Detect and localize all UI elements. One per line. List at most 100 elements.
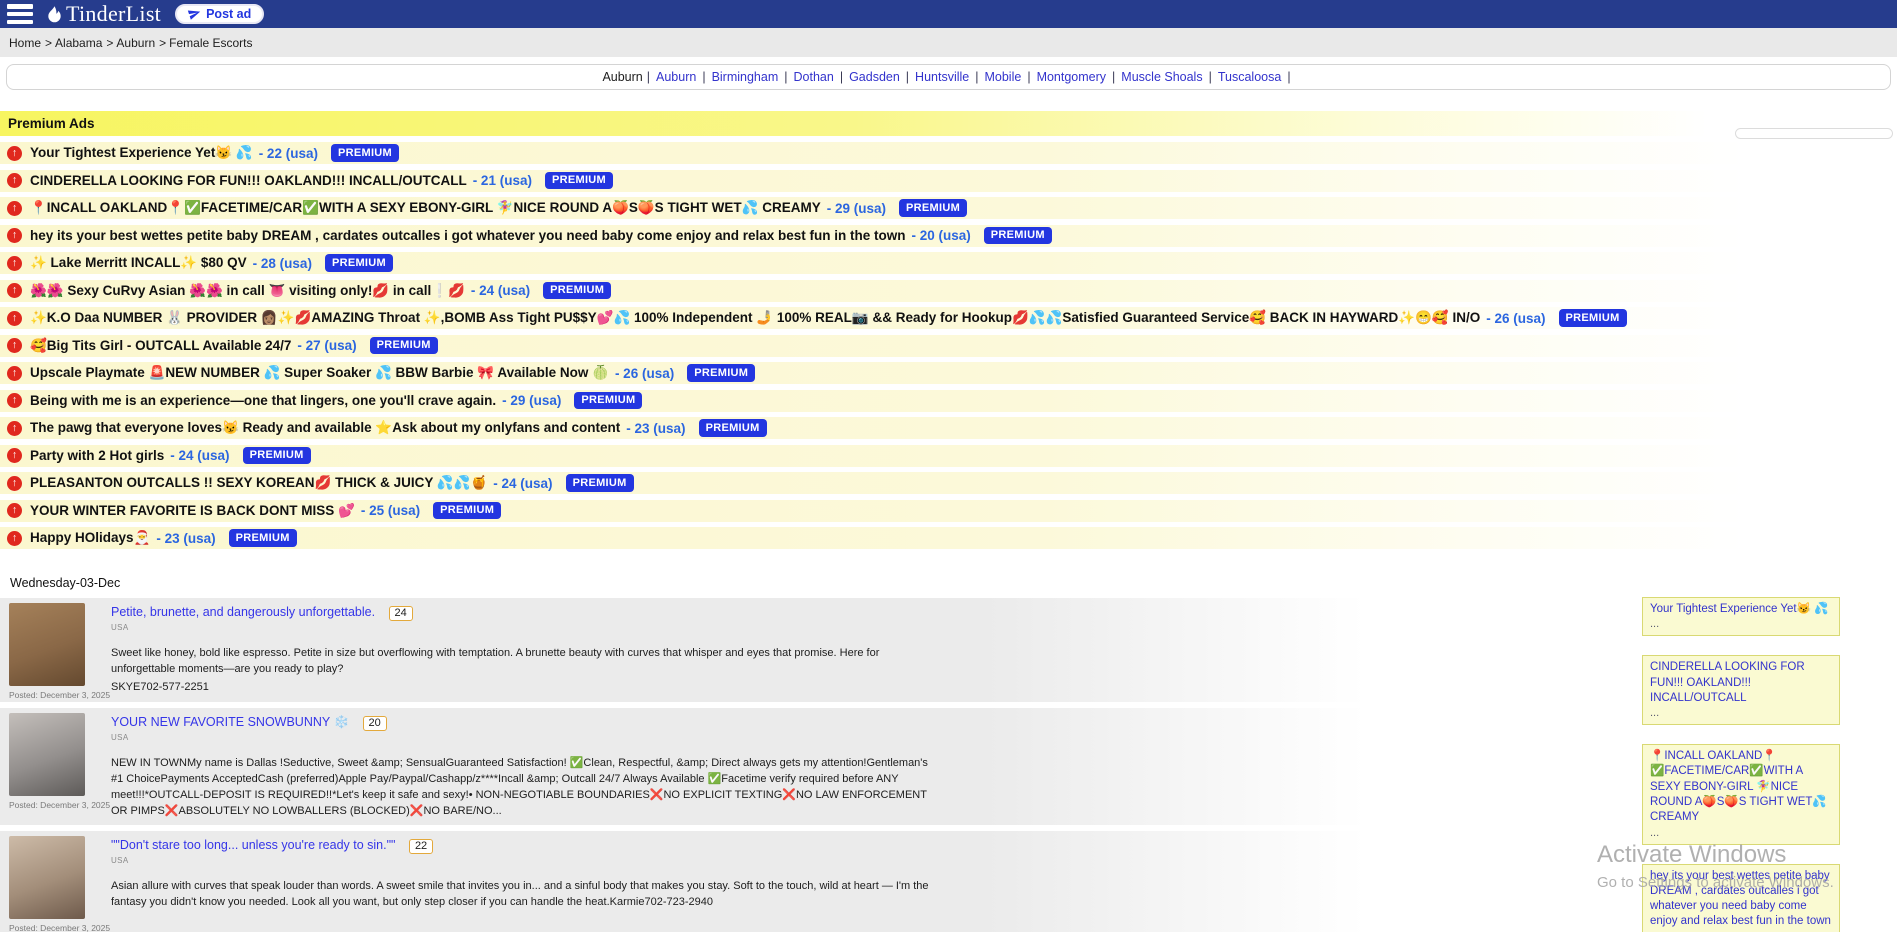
premium-ad-title: ✨ Lake Merritt INCALL✨ $80 QV bbox=[30, 255, 247, 271]
sidebar-ad-title[interactable]: Your Tightest Experience Yet😼 💦 bbox=[1650, 602, 1832, 617]
listing-country: USA bbox=[111, 733, 934, 742]
listing-left-column: Posted: December 3, 2025 bbox=[9, 603, 99, 700]
listing-row[interactable]: Posted: December 3, 2025 YOUR NEW FAVORI… bbox=[0, 708, 1897, 825]
premium-ad-title: PLEASANTON OUTCALLS !! SEXY KOREAN💋 THIC… bbox=[30, 475, 487, 491]
listing-country: USA bbox=[111, 623, 934, 632]
listing-row[interactable]: Posted: December 3, 2025 ""Don't stare t… bbox=[0, 831, 1897, 932]
premium-ad-row[interactable]: ↑ hey its your best wettes petite baby D… bbox=[0, 225, 1897, 247]
premium-ad-age-region: - 29 (usa) bbox=[827, 201, 886, 216]
premium-ad-row[interactable]: ↑ 🥰Big Tits Girl - OUTCALL Available 24/… bbox=[0, 335, 1897, 357]
premium-badge[interactable]: PREMIUM bbox=[229, 529, 297, 547]
city-separator: | bbox=[840, 70, 843, 84]
premium-badge[interactable]: PREMIUM bbox=[984, 227, 1052, 245]
sidebar-ad-title[interactable]: CINDERELLA LOOKING FOR FUN!!! OAKLAND!!!… bbox=[1650, 660, 1832, 706]
premium-ad-age-region: - 20 (usa) bbox=[911, 228, 970, 243]
listing-title-link[interactable]: ""Don't stare too long... unless you're … bbox=[111, 838, 395, 852]
premium-badge[interactable]: PREMIUM bbox=[566, 474, 634, 492]
premium-ad-row[interactable]: ↑ Happy HOlidays🎅 - 23 (usa) PREMIUM bbox=[0, 527, 1897, 549]
up-arrow-icon: ↑ bbox=[7, 503, 22, 518]
post-ad-button[interactable]: Post ad bbox=[175, 4, 264, 24]
sidebar-ad-box[interactable]: 📍INCALL OAKLAND📍✅FACETIME/CAR✅WITH A SEX… bbox=[1642, 744, 1840, 844]
listing-thumbnail[interactable] bbox=[9, 713, 85, 796]
premium-badge[interactable]: PREMIUM bbox=[543, 282, 611, 300]
premium-ad-row[interactable]: ↑ Upscale Playmate 🚨NEW NUMBER 💦 Super S… bbox=[0, 362, 1897, 384]
premium-ad-age-region: - 25 (usa) bbox=[361, 503, 420, 518]
city-link[interactable]: Birmingham bbox=[712, 70, 779, 84]
premium-ad-row[interactable]: ↑ ✨ Lake Merritt INCALL✨ $80 QV - 28 (us… bbox=[0, 252, 1897, 274]
page: TinderList Post ad Home>Alabama>Auburn>F… bbox=[0, 0, 1897, 932]
breadcrumb-item[interactable]: Female Escorts bbox=[169, 36, 252, 50]
premium-ad-row[interactable]: ↑ CINDERELLA LOOKING FOR FUN!!! OAKLAND!… bbox=[0, 170, 1897, 192]
listing-posted-date: Posted: December 3, 2025 bbox=[9, 690, 99, 700]
listing-title-row: ""Don't stare too long... unless you're … bbox=[111, 836, 934, 854]
city-link[interactable]: Dothan bbox=[794, 70, 834, 84]
premium-badge[interactable]: PREMIUM bbox=[699, 419, 767, 437]
premium-ad-row[interactable]: ↑ 📍INCALL OAKLAND📍✅FACETIME/CAR✅WITH A S… bbox=[0, 197, 1897, 219]
listing-title-link[interactable]: YOUR NEW FAVORITE SNOWBUNNY ❄️ bbox=[111, 715, 349, 729]
premium-badge[interactable]: PREMIUM bbox=[899, 199, 967, 217]
up-arrow-icon: ↑ bbox=[7, 531, 22, 546]
breadcrumb-item[interactable]: Alabama bbox=[55, 36, 102, 50]
premium-ad-row[interactable]: ↑ The pawg that everyone loves😼 Ready an… bbox=[0, 417, 1897, 439]
listing-description: NEW IN TOWNMy name is Dallas !Seductive,… bbox=[111, 756, 934, 820]
brand-logo[interactable]: TinderList bbox=[45, 1, 161, 27]
up-arrow-icon: ↑ bbox=[7, 421, 22, 436]
premium-ad-row[interactable]: ↑ 🌺🌺 Sexy CuRvy Asian 🌺🌺 in call 👅 visit… bbox=[0, 280, 1897, 302]
city-link[interactable]: Muscle Shoals bbox=[1121, 70, 1202, 84]
listing-age-badge: 22 bbox=[409, 839, 433, 854]
listing-body: ""Don't stare too long... unless you're … bbox=[99, 836, 934, 932]
sidebar-ad-title[interactable]: hey its your best wettes petite baby DRE… bbox=[1650, 869, 1832, 930]
up-arrow-icon: ↑ bbox=[7, 256, 22, 271]
premium-badge[interactable]: PREMIUM bbox=[545, 172, 613, 190]
premium-badge[interactable]: PREMIUM bbox=[243, 447, 311, 465]
premium-ad-title: hey its your best wettes petite baby DRE… bbox=[30, 228, 905, 243]
premium-ad-row[interactable]: ↑ Your Tightest Experience Yet😼 💦 - 22 (… bbox=[0, 142, 1897, 164]
premium-ad-row[interactable]: ↑ ✨K.O Daa NUMBER 🐰 PROVIDER 👩🏽✨💋AMAZING… bbox=[0, 307, 1897, 329]
sidebar-ad-more: ... bbox=[1650, 827, 1832, 839]
sidebar-ad-box[interactable]: CINDERELLA LOOKING FOR FUN!!! OAKLAND!!!… bbox=[1642, 655, 1840, 725]
premium-badge[interactable]: PREMIUM bbox=[687, 364, 755, 382]
up-arrow-icon: ↑ bbox=[7, 366, 22, 381]
sidebar-ad-box[interactable]: hey its your best wettes petite baby DRE… bbox=[1642, 864, 1840, 932]
listing-age-badge: 24 bbox=[389, 606, 413, 621]
city-separator: | bbox=[1209, 70, 1212, 84]
premium-ad-row[interactable]: ↑ Party with 2 Hot girls - 24 (usa) PREM… bbox=[0, 445, 1897, 467]
premium-badge[interactable]: PREMIUM bbox=[370, 337, 438, 355]
listing-left-column: Posted: December 3, 2025 bbox=[9, 713, 99, 823]
city-link[interactable]: Montgomery bbox=[1037, 70, 1106, 84]
city-link[interactable]: Huntsville bbox=[915, 70, 969, 84]
premium-ad-row[interactable]: ↑ YOUR WINTER FAVORITE IS BACK DONT MISS… bbox=[0, 500, 1897, 522]
premium-badge[interactable]: PREMIUM bbox=[331, 144, 399, 162]
breadcrumb-item[interactable]: Auburn bbox=[116, 36, 155, 50]
listing-posted-date: Posted: December 3, 2025 bbox=[9, 800, 99, 810]
top-navbar: TinderList Post ad bbox=[0, 0, 1897, 28]
premium-ad-age-region: - 23 (usa) bbox=[156, 531, 215, 546]
listing-row[interactable]: Posted: December 3, 2025 Petite, brunett… bbox=[0, 598, 1897, 702]
sidebar-ad-box[interactable]: Your Tightest Experience Yet😼 💦 ... bbox=[1642, 597, 1840, 636]
premium-badge[interactable]: PREMIUM bbox=[574, 392, 642, 410]
hamburger-menu-icon[interactable] bbox=[7, 4, 33, 24]
premium-ad-row[interactable]: ↑ PLEASANTON OUTCALLS !! SEXY KOREAN💋 TH… bbox=[0, 472, 1897, 494]
premium-ad-age-region: - 29 (usa) bbox=[502, 393, 561, 408]
premium-ad-row[interactable]: ↑ Being with me is an experience—one tha… bbox=[0, 390, 1897, 412]
listing-title-row: Petite, brunette, and dangerously unforg… bbox=[111, 603, 934, 621]
city-link[interactable]: Mobile bbox=[984, 70, 1021, 84]
city-link[interactable]: Tuscaloosa bbox=[1218, 70, 1281, 84]
city-link[interactable]: Auburn bbox=[656, 70, 696, 84]
premium-badge[interactable]: PREMIUM bbox=[325, 254, 393, 272]
city-separator: | bbox=[1112, 70, 1115, 84]
sidebar-ad-title[interactable]: 📍INCALL OAKLAND📍✅FACETIME/CAR✅WITH A SEX… bbox=[1650, 749, 1832, 825]
listing-thumbnail[interactable] bbox=[9, 836, 85, 919]
listing-title-link[interactable]: Petite, brunette, and dangerously unforg… bbox=[111, 605, 375, 619]
premium-ad-age-region: - 26 (usa) bbox=[615, 366, 674, 381]
premium-badge[interactable]: PREMIUM bbox=[433, 502, 501, 520]
brand-name: TinderList bbox=[66, 1, 161, 27]
listing-thumbnail[interactable] bbox=[9, 603, 85, 686]
city-separator: | bbox=[906, 70, 909, 84]
premium-ad-title: Party with 2 Hot girls bbox=[30, 448, 164, 463]
listing-description: Asian allure with curves that speak loud… bbox=[111, 879, 934, 911]
city-link[interactable]: Gadsden bbox=[849, 70, 900, 84]
breadcrumb-item[interactable]: Home bbox=[9, 36, 41, 50]
city-links-bar: Auburn|Auburn|Birmingham|Dothan|Gadsden|… bbox=[6, 64, 1891, 90]
premium-badge[interactable]: PREMIUM bbox=[1559, 309, 1627, 327]
